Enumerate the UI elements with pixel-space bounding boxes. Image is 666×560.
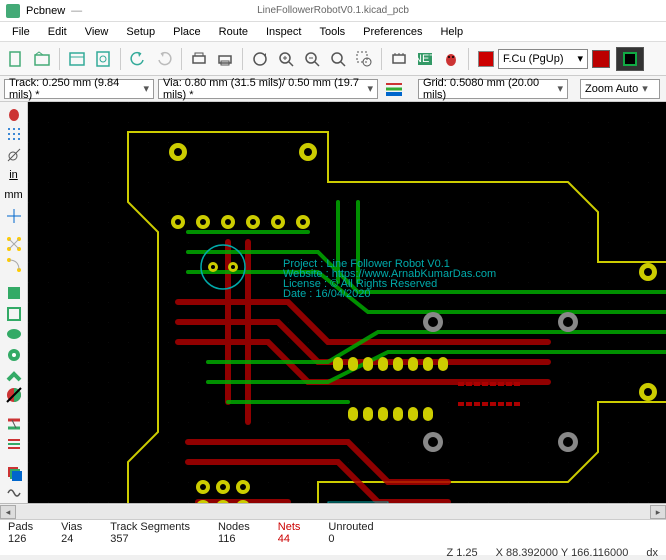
netlist-icon[interactable]: NET: [413, 47, 437, 71]
ratsnest-curved-icon[interactable]: [2, 255, 26, 274]
grid-dropdown[interactable]: Grid: 0.5080 mm (20.00 mils)▾: [418, 79, 568, 99]
title-dash: —: [71, 5, 82, 17]
drc-icon[interactable]: [439, 47, 463, 71]
drc-marker-icon[interactable]: [2, 104, 26, 123]
undo-icon[interactable]: [126, 47, 150, 71]
layer-swatch: [478, 51, 494, 67]
delta-status: dx: [646, 547, 658, 559]
grid-dots-icon[interactable]: [2, 124, 26, 143]
contrast-mode-icon[interactable]: [2, 386, 26, 405]
menu-setup[interactable]: Setup: [118, 24, 163, 40]
coord-status: X 88.392000 Y 166.116000: [496, 547, 629, 559]
scroll-left-arrow[interactable]: ◂: [0, 505, 16, 519]
page-settings-icon[interactable]: [91, 47, 115, 71]
unrouted-label: Unrouted: [328, 521, 373, 533]
cursor-shape-icon[interactable]: [2, 206, 26, 225]
polar-coord-icon[interactable]: [2, 145, 26, 164]
title-file: LineFollowerRobotV0.1.kicad_pcb: [257, 5, 409, 16]
scroll-right-arrow[interactable]: ▸: [650, 505, 666, 519]
nets-label: Nets: [278, 521, 301, 533]
nodes-value: 116: [218, 533, 236, 545]
ratsnest-icon[interactable]: [2, 235, 26, 254]
app-name: Pcbnew: [26, 5, 65, 17]
units-in-button[interactable]: in: [2, 165, 26, 184]
zoom-fit-icon[interactable]: [326, 47, 350, 71]
footprint-icon[interactable]: [387, 47, 411, 71]
layer-manager-icon[interactable]: [592, 50, 610, 68]
tracksegments-value: 357: [110, 533, 128, 545]
pads-value: 126: [8, 533, 26, 545]
nodes-label: Nodes: [218, 521, 250, 533]
via-size-dropdown[interactable]: Via: 0.80 mm (31.5 mils)/ 0.50 mm (19.7 …: [158, 79, 378, 99]
main-toolbar: NET F.Cu (PgUp)▾: [0, 42, 666, 76]
menu-place[interactable]: Place: [165, 24, 209, 40]
menu-route[interactable]: Route: [211, 24, 256, 40]
menu-edit[interactable]: Edit: [40, 24, 75, 40]
pads-label: Pads: [8, 521, 33, 533]
layers-manager-icon[interactable]: [2, 463, 26, 482]
menu-view[interactable]: View: [77, 24, 117, 40]
zoom-in-icon[interactable]: [274, 47, 298, 71]
print-icon[interactable]: [187, 47, 211, 71]
plot-icon[interactable]: [213, 47, 237, 71]
zone-outline-icon[interactable]: [2, 304, 26, 323]
autowidth-icon[interactable]: [382, 77, 406, 101]
render-settings-icon[interactable]: [616, 47, 644, 71]
menu-inspect[interactable]: Inspect: [258, 24, 309, 40]
refresh-icon[interactable]: [248, 47, 272, 71]
horizontal-scrollbar[interactable]: ◂ ▸: [0, 503, 666, 519]
zoom-status: Z 1.25: [446, 547, 477, 559]
layer-dropdown[interactable]: F.Cu (PgUp)▾: [498, 49, 588, 69]
mode-footprint-icon[interactable]: [2, 414, 26, 433]
nets-value: 44: [278, 533, 290, 545]
menu-tools[interactable]: Tools: [311, 24, 353, 40]
menu-help[interactable]: Help: [432, 24, 471, 40]
unrouted-value: 0: [328, 533, 334, 545]
redo-icon[interactable]: [152, 47, 176, 71]
menubar: File Edit View Setup Place Route Inspect…: [0, 22, 666, 42]
mode-track-icon[interactable]: [2, 435, 26, 454]
app-icon: [6, 4, 20, 18]
menu-file[interactable]: File: [4, 24, 38, 40]
open-board-icon[interactable]: [30, 47, 54, 71]
track-fill-icon[interactable]: [2, 365, 26, 384]
zoom-selection-icon[interactable]: [352, 47, 376, 71]
pad-fill-icon[interactable]: [2, 324, 26, 343]
zone-fill-icon[interactable]: [2, 284, 26, 303]
status-bar: Pads126 Vias24 Track Segments357 Nodes11…: [0, 519, 666, 555]
options-bar: Track: 0.250 mm (9.84 mils) *▾ Via: 0.80…: [0, 76, 666, 102]
menu-preferences[interactable]: Preferences: [355, 24, 430, 40]
svg-text:NET: NET: [416, 53, 434, 65]
silk-line4: Date : 16/04/2020: [283, 288, 370, 300]
units-mm-button[interactable]: mm: [2, 186, 26, 205]
zoom-dropdown[interactable]: Zoom Auto▾: [580, 79, 660, 99]
pcb-canvas[interactable]: Project : Line Follower Robot V0.1 Websi…: [28, 102, 666, 503]
board-setup-icon[interactable]: [65, 47, 89, 71]
left-toolbar: in mm: [0, 102, 28, 503]
tracksegments-label: Track Segments: [110, 521, 190, 533]
vias-value: 24: [61, 533, 73, 545]
microwave-icon[interactable]: [2, 483, 26, 502]
vias-label: Vias: [61, 521, 82, 533]
zoom-out-icon[interactable]: [300, 47, 324, 71]
track-width-dropdown[interactable]: Track: 0.250 mm (9.84 mils) *▾: [4, 79, 154, 99]
via-fill-icon[interactable]: [2, 345, 26, 364]
new-board-icon[interactable]: [4, 47, 28, 71]
